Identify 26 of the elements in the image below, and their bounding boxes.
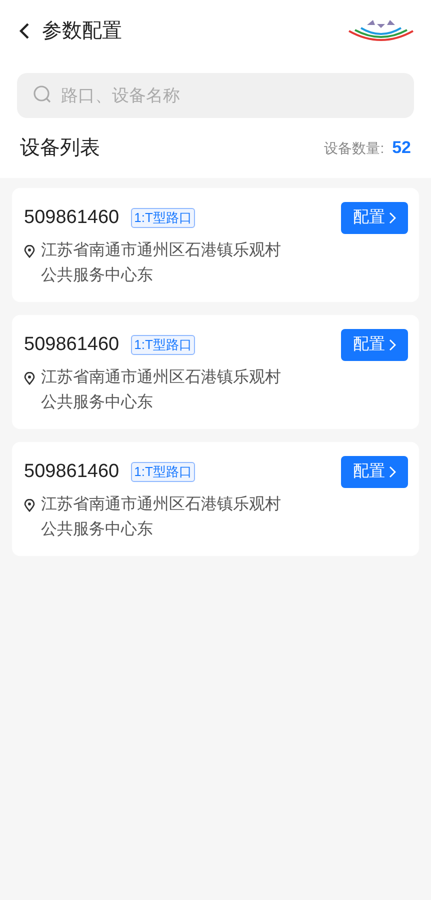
- device-type-tag: 1:T型路口: [131, 462, 195, 482]
- device-id: 509861460: [24, 333, 120, 357]
- chevron-right-icon: [389, 212, 396, 224]
- count-label: 设备数量:: [324, 138, 384, 158]
- search-field[interactable]: 路口、设备名称: [17, 73, 414, 118]
- device-type-tag: 1:T型路口: [131, 335, 195, 356]
- location-pin-icon: [24, 372, 35, 385]
- chevron-right-icon: [389, 339, 396, 351]
- location-pin-icon: [24, 245, 35, 258]
- device-address: 江苏省南通市通州区石港镇乐观村公共服务中心东: [41, 368, 282, 413]
- back-icon[interactable]: [18, 22, 30, 40]
- device-id: 509861460: [24, 206, 120, 230]
- device-type-tag: 1:T型路口: [131, 208, 195, 228]
- search-icon: [33, 85, 53, 105]
- config-button[interactable]: 配置: [341, 329, 408, 361]
- device-address: 江苏省南通市通州区石港镇乐观村公共服务中心东: [41, 240, 282, 286]
- page-title: 参数配置: [42, 19, 122, 44]
- device-address: 江苏省南通市通州区石港镇乐观村公共服务中心东: [41, 494, 282, 540]
- config-button[interactable]: 配置: [341, 456, 408, 488]
- device-count: 52: [392, 137, 411, 160]
- config-button[interactable]: 配置: [341, 202, 408, 234]
- location-pin-icon: [24, 499, 35, 512]
- device-id: 509861460: [24, 460, 120, 484]
- chevron-right-icon: [389, 466, 396, 478]
- logo-icon: [347, 19, 415, 43]
- section-title: 设备列表: [20, 136, 100, 161]
